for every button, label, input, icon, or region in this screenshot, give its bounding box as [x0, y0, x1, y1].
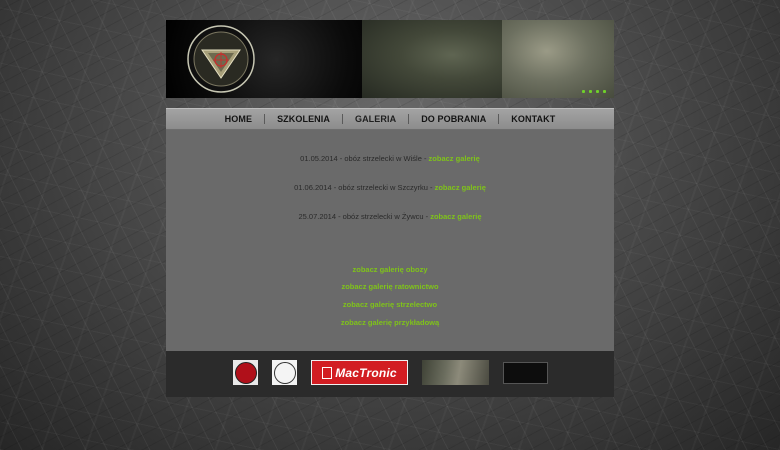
- partner-circle-logo[interactable]: [272, 360, 297, 385]
- partners-footer: MacTronic: [166, 351, 614, 397]
- nav-home[interactable]: HOME: [213, 114, 264, 124]
- academy-logo[interactable]: [186, 24, 256, 94]
- partner-dark-logo[interactable]: [503, 362, 548, 384]
- nav-szkolenia[interactable]: SZKOLENIA: [265, 114, 342, 124]
- slider-dot[interactable]: [589, 90, 592, 93]
- circle-emblem-icon: [273, 361, 296, 384]
- entry-gallery-link[interactable]: zobacz galerię: [429, 154, 480, 163]
- nav-do-pobrania[interactable]: DO POBRANIA: [409, 114, 498, 124]
- red-emblem-icon: [234, 361, 257, 384]
- mactronic-mark-icon: [322, 366, 333, 379]
- gallery-entry: 01.06.2014 - obóz strzelecki w Szczyrku …: [166, 183, 614, 192]
- gallery-content: 01.05.2014 - obóz strzelecki w Wiśle - z…: [166, 130, 614, 351]
- nav-galeria[interactable]: GALERIA: [343, 114, 408, 124]
- mactronic-logo-text: MacTronic: [335, 365, 397, 380]
- slider-dot[interactable]: [582, 90, 585, 93]
- gallery-entry: 25.07.2014 - obóz strzelecki w Żywcu - z…: [166, 212, 614, 221]
- header-photo-soldier-right: [502, 20, 614, 98]
- header-banner: [166, 20, 614, 98]
- site-container: HOME SZKOLENIA GALERIA DO POBRANIA KONTA…: [166, 20, 614, 397]
- entry-text: 01.05.2014 - obóz strzelecki w Wiśle -: [300, 154, 429, 163]
- entry-gallery-link[interactable]: zobacz galerię: [435, 183, 486, 192]
- gallery-entry: 01.05.2014 - obóz strzelecki w Wiśle - z…: [166, 154, 614, 163]
- main-nav: HOME SZKOLENIA GALERIA DO POBRANIA KONTA…: [166, 108, 614, 130]
- partner-red-emblem-logo[interactable]: [233, 360, 258, 385]
- entry-gallery-link[interactable]: zobacz galerię: [430, 212, 481, 221]
- entry-text: 01.06.2014 - obóz strzelecki w Szczyrku …: [294, 183, 435, 192]
- gallery-link-przykladowa[interactable]: zobacz galerię przykładową: [166, 318, 614, 327]
- gallery-link-strzelectwo[interactable]: zobacz galerię strzelectwo: [166, 300, 614, 309]
- slider-dot[interactable]: [596, 90, 599, 93]
- gallery-link-ratownictwo[interactable]: zobacz galerię ratownictwo: [166, 282, 614, 291]
- mactronic-logo[interactable]: MacTronic: [311, 360, 408, 385]
- nav-kontakt[interactable]: KONTAKT: [499, 114, 567, 124]
- header-photo-soldier-left: [362, 20, 512, 98]
- gallery-link-obozy[interactable]: zobacz galerię obozy: [166, 265, 614, 274]
- entry-text: 25.07.2014 - obóz strzelecki w Żywcu -: [298, 212, 431, 221]
- slider-dots[interactable]: [582, 90, 606, 93]
- slider-dot[interactable]: [603, 90, 606, 93]
- partner-photo-logo[interactable]: [422, 360, 489, 385]
